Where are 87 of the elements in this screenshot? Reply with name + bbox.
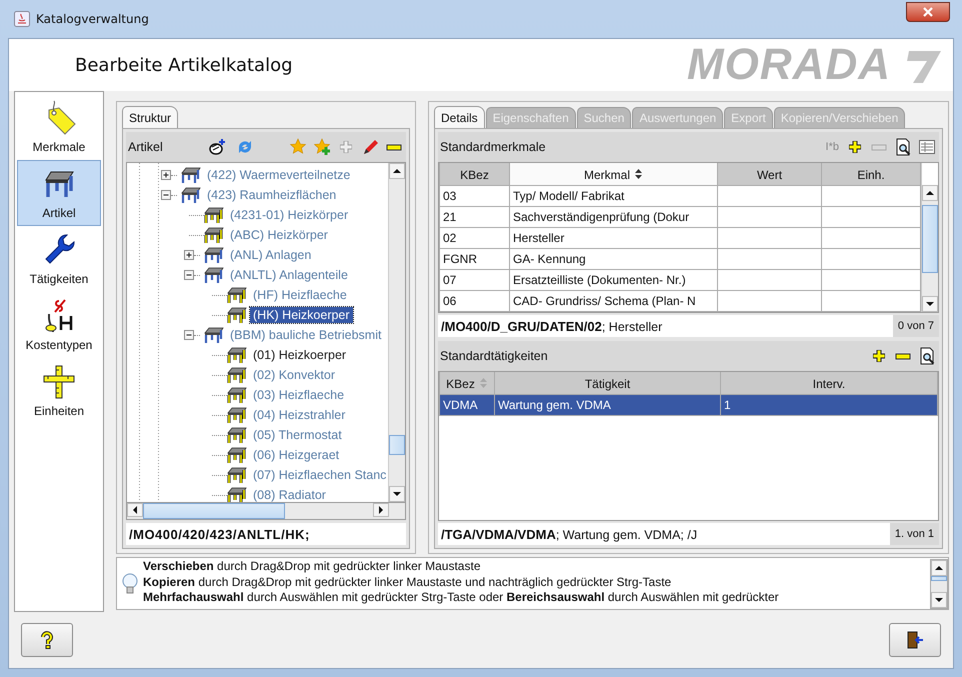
tree-item[interactable]: (07) Heizflaechen Stanc bbox=[250, 467, 388, 483]
group-icon bbox=[204, 326, 224, 344]
table-cell: GA- Kennung bbox=[510, 248, 718, 270]
tree-item[interactable]: (06) Heizgeraet bbox=[250, 447, 342, 463]
exit-door-icon bbox=[906, 631, 924, 649]
nav-item[interactable]: Artikel bbox=[17, 160, 101, 226]
path-text: /MO400/420/423/ANLTL/HK; bbox=[129, 526, 310, 542]
tree-item[interactable]: (4231-01) Heizkörper bbox=[227, 207, 352, 223]
vertical-scrollbar[interactable] bbox=[921, 163, 938, 312]
table-cell: Sachverständigenprüfung (Dokur bbox=[510, 206, 718, 228]
expand-icon[interactable] bbox=[161, 170, 171, 180]
tree-item[interactable]: (03) Heizflaeche bbox=[250, 387, 348, 403]
table-cell: CAD- Grundriss/ Schema (Plan- N bbox=[510, 290, 718, 312]
ruler-icon bbox=[41, 364, 77, 400]
help-icon bbox=[39, 631, 55, 649]
tree-item[interactable]: (05) Thermostat bbox=[250, 427, 345, 443]
tree-item[interactable]: (ABC) Heizkörper bbox=[227, 227, 331, 243]
group-icon bbox=[204, 266, 224, 284]
column-header[interactable]: KBez bbox=[440, 372, 494, 394]
collapse-icon[interactable] bbox=[161, 190, 171, 200]
collapse-icon[interactable] bbox=[184, 330, 194, 340]
table-cell: 07 bbox=[440, 270, 510, 290]
table-cell: 1 bbox=[720, 394, 938, 416]
page-title: Bearbeite Artikelkatalog bbox=[75, 54, 294, 76]
hint-text: Verschieben durch Drag&Drop mit gedrückter linker Maustaste bbox=[143, 559, 482, 574]
nav-item[interactable]: Merkmale bbox=[17, 94, 101, 160]
window-title: Katalogverwaltung bbox=[36, 12, 150, 26]
expand-icon[interactable] bbox=[184, 250, 194, 260]
tree-item[interactable]: (ANL) Anlagen bbox=[227, 247, 314, 263]
close-icon bbox=[922, 7, 934, 17]
vertical-scrollbar[interactable] bbox=[388, 163, 405, 502]
logo: MORADA bbox=[687, 40, 892, 90]
hint-text: Mehrfachauswahl durch Auswählen mit gedrückter Strg-Taste oder Bereichsauswahl durch Auswählen mit gedrückter bbox=[143, 590, 780, 606]
record-count: 0 von 7 bbox=[892, 315, 939, 337]
column-header[interactable]: Einh. bbox=[822, 163, 920, 186]
column-header[interactable]: Wert bbox=[718, 163, 822, 186]
tree-item[interactable]: (01) Heizkoerper bbox=[250, 347, 350, 363]
table-cell: Ersatzteilliste (Dokumenten- Nr.) bbox=[510, 270, 718, 290]
horizontal-scrollbar[interactable] bbox=[126, 503, 406, 520]
group-icon bbox=[181, 166, 201, 184]
record-path: /TGA/VDMA/VDMA; Wartung gem. VDMA; /J bbox=[441, 526, 698, 542]
nav-item[interactable]: Einheiten bbox=[17, 358, 101, 424]
hint-text: Kopieren durch Drag&Drop mit gedrückter linker Maustaste und nachträglich gedrückter Strg-Taste bbox=[143, 574, 672, 590]
new-item-icon[interactable] bbox=[206, 137, 227, 157]
column-header[interactable]: Tätigkeit bbox=[494, 372, 720, 394]
record-path: /MO400/D_GRU/DATEN/02; Hersteller bbox=[441, 318, 664, 334]
table-cell: 21 bbox=[440, 206, 510, 228]
tree-item[interactable]: (08) Radiator bbox=[250, 487, 329, 502]
format-label: I*b bbox=[826, 141, 839, 153]
section-title: Standardtätigkeiten bbox=[440, 349, 548, 363]
table-cell: 02 bbox=[440, 228, 510, 248]
table-cell: Hersteller bbox=[510, 228, 718, 248]
table-cell: Typ/ Modell/ Fabrikat bbox=[510, 186, 718, 206]
nav-item[interactable]: Tätigkeiten bbox=[17, 226, 101, 292]
vertical-scrollbar[interactable] bbox=[930, 559, 948, 609]
record-count: 1. von 1 bbox=[890, 523, 939, 545]
column-header[interactable]: Merkmal bbox=[510, 163, 718, 186]
tree-item[interactable]: (02) Konvektor bbox=[250, 367, 338, 383]
tree-item[interactable]: (04) Heizstrahler bbox=[250, 407, 348, 423]
group-icon bbox=[181, 186, 201, 204]
tree-item[interactable]: (HK) Heizkoerper bbox=[250, 307, 353, 323]
star-plus-icon[interactable] bbox=[312, 137, 332, 157]
table-cell: 06 bbox=[440, 290, 510, 312]
table-cell: 03 bbox=[440, 186, 510, 206]
exit-button[interactable] bbox=[889, 623, 941, 657]
table-cell: VDMA bbox=[440, 394, 494, 416]
tree-item[interactable]: (HF) Heizflaeche bbox=[250, 287, 350, 303]
table-cell: Wartung gem. VDMA bbox=[494, 394, 720, 416]
column-header[interactable]: Interv. bbox=[720, 372, 938, 394]
column-header[interactable]: KBez bbox=[440, 163, 510, 186]
collapse-icon[interactable] bbox=[184, 270, 194, 280]
app-icon bbox=[14, 11, 30, 27]
tree-item[interactable]: (BBM) bauliche Betriebsmit bbox=[227, 327, 384, 343]
panel-label: Artikel bbox=[128, 140, 163, 154]
lightbulb-icon bbox=[121, 573, 139, 595]
tree-item[interactable]: (422) Waermeverteilnetze bbox=[204, 167, 354, 183]
table-icon[interactable] bbox=[917, 137, 937, 157]
section-title: Standardmerkmale bbox=[440, 140, 546, 154]
table-cell: FGNR bbox=[440, 248, 510, 270]
help-button[interactable] bbox=[21, 623, 73, 657]
tree-item[interactable]: (ANLTL) Anlagenteile bbox=[227, 267, 351, 283]
tab[interactable]: Details bbox=[434, 106, 485, 128]
nav-item[interactable]: Kostentypen bbox=[17, 292, 101, 358]
group-icon bbox=[204, 246, 224, 264]
close-button[interactable] bbox=[906, 2, 950, 22]
tab[interactable]: Struktur bbox=[122, 106, 178, 128]
tree-item[interactable]: (423) Raumheizflächen bbox=[204, 187, 340, 203]
